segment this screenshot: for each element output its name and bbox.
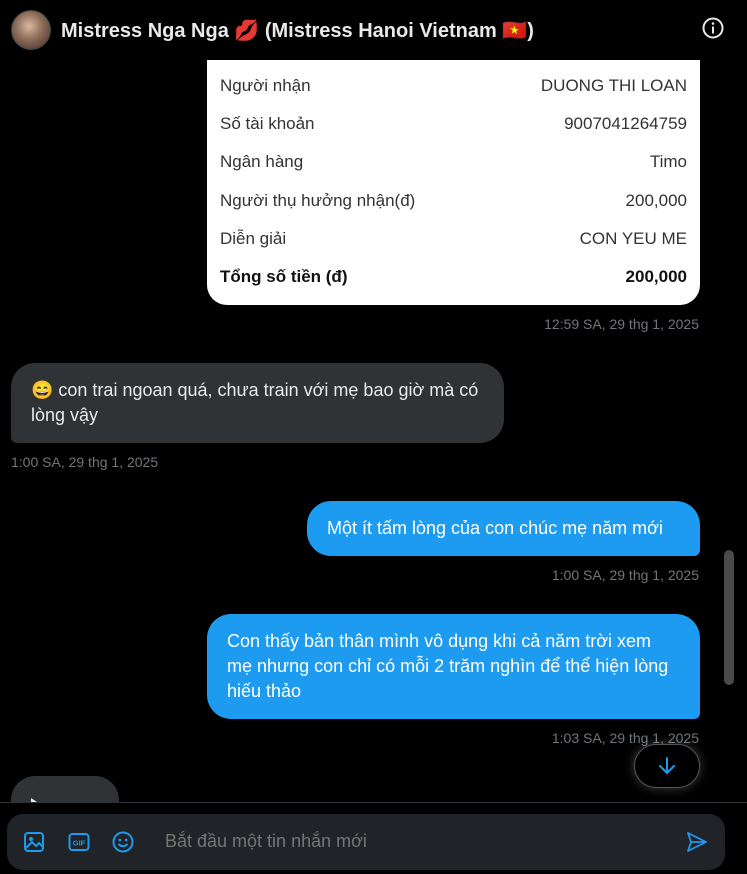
svg-text:GIF: GIF bbox=[73, 839, 86, 848]
outgoing-message[interactable]: Một ít tấm lòng của con chúc mẹ năm mới bbox=[307, 501, 700, 556]
transfer-row-recipient: Người nhận DUONG THI LOAN bbox=[220, 76, 687, 96]
conversation-header: Mistress Nga Nga 💋 (Mistress Hanoi Vietn… bbox=[0, 0, 747, 60]
transfer-value: DUONG THI LOAN bbox=[540, 76, 687, 95]
outgoing-message[interactable]: Con thấy bản thân mình vô dụng khi cả nă… bbox=[207, 614, 700, 719]
message-input[interactable] bbox=[165, 831, 645, 852]
bank-transfer-card[interactable]: Người nhận DUONG THI LOAN Số tài khoản 9… bbox=[207, 60, 700, 305]
gif-icon[interactable]: GIF bbox=[67, 830, 91, 854]
transfer-label: Người thụ hưởng nhận(đ) bbox=[220, 191, 416, 210]
transfer-label: Diễn giải bbox=[220, 229, 287, 248]
info-icon[interactable] bbox=[701, 16, 725, 40]
image-icon[interactable] bbox=[22, 830, 46, 854]
transfer-row-received: Người thụ hưởng nhận(đ) 200,000 bbox=[220, 191, 687, 211]
scrollbar-thumb[interactable] bbox=[724, 550, 734, 685]
composer: GIF bbox=[7, 814, 725, 870]
message-timestamp: 12:59 SA, 29 thg 1, 2025 bbox=[544, 316, 699, 332]
transfer-label: Ngân hàng bbox=[220, 152, 304, 171]
composer-bar: GIF bbox=[0, 802, 747, 874]
transfer-row-bank: Ngân hàng Timo bbox=[220, 152, 687, 172]
transfer-value: CON YEU ME bbox=[579, 229, 687, 248]
transfer-value: 200,000 bbox=[625, 191, 687, 210]
send-icon[interactable] bbox=[685, 830, 709, 854]
transfer-value: Timo bbox=[649, 152, 687, 171]
message-timestamp: 1:00 SA, 29 thg 1, 2025 bbox=[551, 567, 699, 583]
arrow-down-icon[interactable] bbox=[634, 744, 700, 788]
transfer-value: 9007041264759 bbox=[564, 114, 687, 133]
transfer-value: 200,000 bbox=[625, 267, 687, 286]
conversation-title[interactable]: Mistress Nga Nga 💋 (Mistress Hanoi Vietn… bbox=[61, 18, 534, 43]
transfer-row-description: Diễn giải CON YEU ME bbox=[220, 229, 687, 249]
emoji-icon[interactable] bbox=[111, 830, 135, 854]
transfer-label: Số tài khoản bbox=[220, 114, 315, 133]
transfer-row-total: Tổng số tiền (đ) 200,000 bbox=[220, 267, 687, 287]
message-list[interactable]: Người nhận DUONG THI LOAN Số tài khoản 9… bbox=[0, 60, 720, 802]
message-timestamp: 1:00 SA, 29 thg 1, 2025 bbox=[11, 454, 159, 470]
incoming-message-partial[interactable] bbox=[11, 776, 119, 802]
transfer-row-account: Số tài khoản 9007041264759 bbox=[220, 114, 687, 134]
avatar[interactable] bbox=[11, 10, 51, 50]
incoming-message[interactable]: 😄 con trai ngoan quá, chưa train với mẹ … bbox=[11, 363, 504, 443]
transfer-label: Người nhận bbox=[220, 76, 311, 95]
scrollbar[interactable] bbox=[722, 60, 736, 802]
transfer-label: Tổng số tiền (đ) bbox=[220, 267, 348, 286]
